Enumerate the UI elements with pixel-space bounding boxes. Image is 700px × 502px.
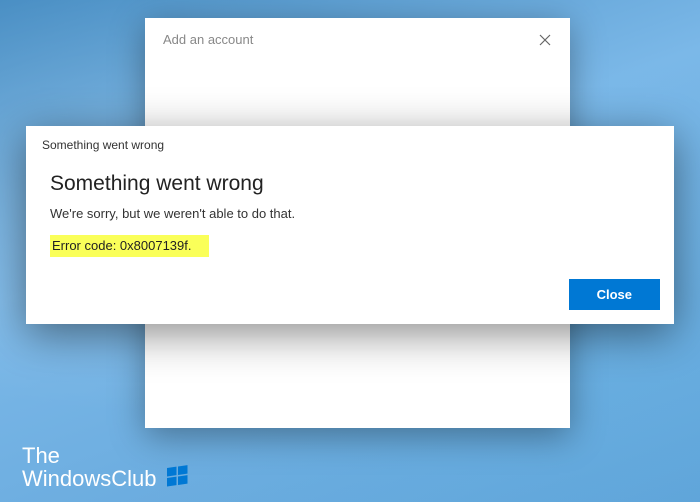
error-dialog-footer: Close bbox=[569, 279, 660, 310]
watermark-line2: WindowsClub bbox=[22, 467, 157, 490]
error-dialog-content: Something went wrong We're sorry, but we… bbox=[26, 160, 674, 271]
error-subtext: We're sorry, but we weren't able to do t… bbox=[50, 206, 650, 221]
error-dialog-titlebar: Something went wrong bbox=[26, 126, 674, 160]
close-icon[interactable] bbox=[538, 33, 552, 47]
watermark-line1: The bbox=[22, 444, 157, 467]
add-account-dialog-header: Add an account bbox=[145, 18, 570, 57]
add-account-dialog-title: Add an account bbox=[163, 32, 253, 47]
error-dialog: Something went wrong Something went wron… bbox=[26, 126, 674, 324]
error-heading: Something went wrong bbox=[50, 172, 650, 196]
watermark: The WindowsClub bbox=[22, 444, 189, 490]
close-button[interactable]: Close bbox=[569, 279, 660, 310]
windows-logo-icon bbox=[167, 465, 189, 487]
watermark-text: The WindowsClub bbox=[22, 444, 157, 490]
error-code: Error code: 0x8007139f. bbox=[50, 235, 209, 257]
